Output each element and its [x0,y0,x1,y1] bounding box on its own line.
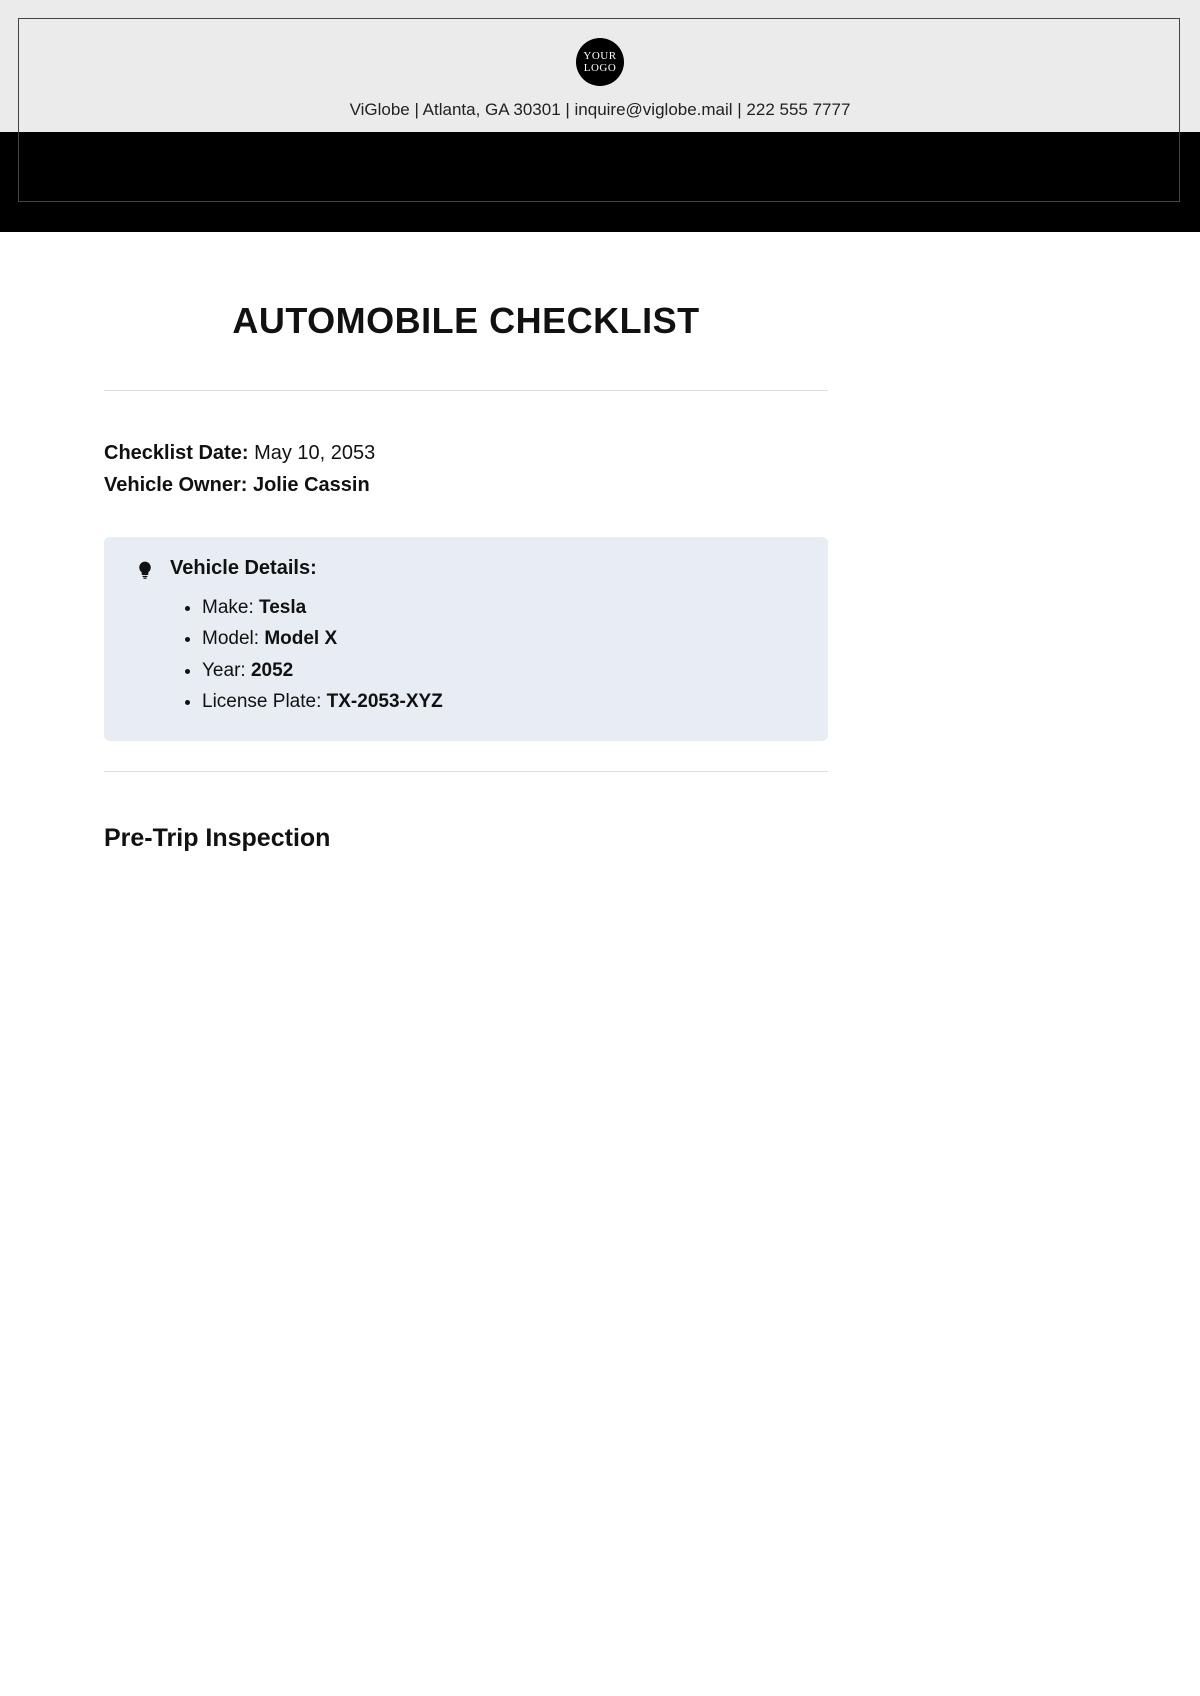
contact-line: ViGlobe | Atlanta, GA 30301 | inquire@vi… [0,100,1200,120]
detail-value: 2052 [251,660,293,681]
page-title: AUTOMOBILE CHECKLIST [104,300,828,342]
list-item: Make: Tesla [202,592,802,623]
callout-header: Vehicle Details: [130,557,802,580]
logo-text-bottom: LOGO [584,62,617,74]
vehicle-details-heading: Vehicle Details: [170,557,317,580]
checklist-date-label: Checklist Date: [104,442,249,464]
vehicle-owner-value: Jolie Cassin [253,474,370,496]
vehicle-owner-row: Vehicle Owner: Jolie Cassin [104,469,828,501]
divider [104,390,828,391]
detail-label: Model: [202,628,259,649]
detail-value: Model X [264,628,337,649]
detail-label: Year: [202,660,246,681]
vehicle-owner-label: Vehicle Owner: [104,474,247,496]
list-item: License Plate: TX-2053-XYZ [202,686,802,717]
logo-text-top: YOUR [583,50,616,62]
list-item: Model: Model X [202,623,802,654]
lightbulb-icon [134,558,156,580]
detail-label: License Plate: [202,691,321,712]
checklist-date-row: Checklist Date: May 10, 2053 [104,437,828,469]
divider [104,771,828,772]
vehicle-details-list: Make: Tesla Model: Model X Year: 2052 Li… [130,592,802,717]
detail-label: Make: [202,597,254,618]
list-item: Year: 2052 [202,655,802,686]
header-black-band [0,132,1200,232]
meta-block: Checklist Date: May 10, 2053 Vehicle Own… [104,437,828,501]
detail-value: Tesla [259,597,306,618]
logo-placeholder: YOUR LOGO [576,38,624,86]
detail-value: TX-2053-XYZ [327,691,443,712]
logo-circle: YOUR LOGO [576,38,624,86]
vehicle-details-callout: Vehicle Details: Make: Tesla Model: Mode… [104,537,828,741]
checklist-date-value: May 10, 2053 [254,442,375,464]
section-heading-pretrip: Pre-Trip Inspection [104,824,828,853]
